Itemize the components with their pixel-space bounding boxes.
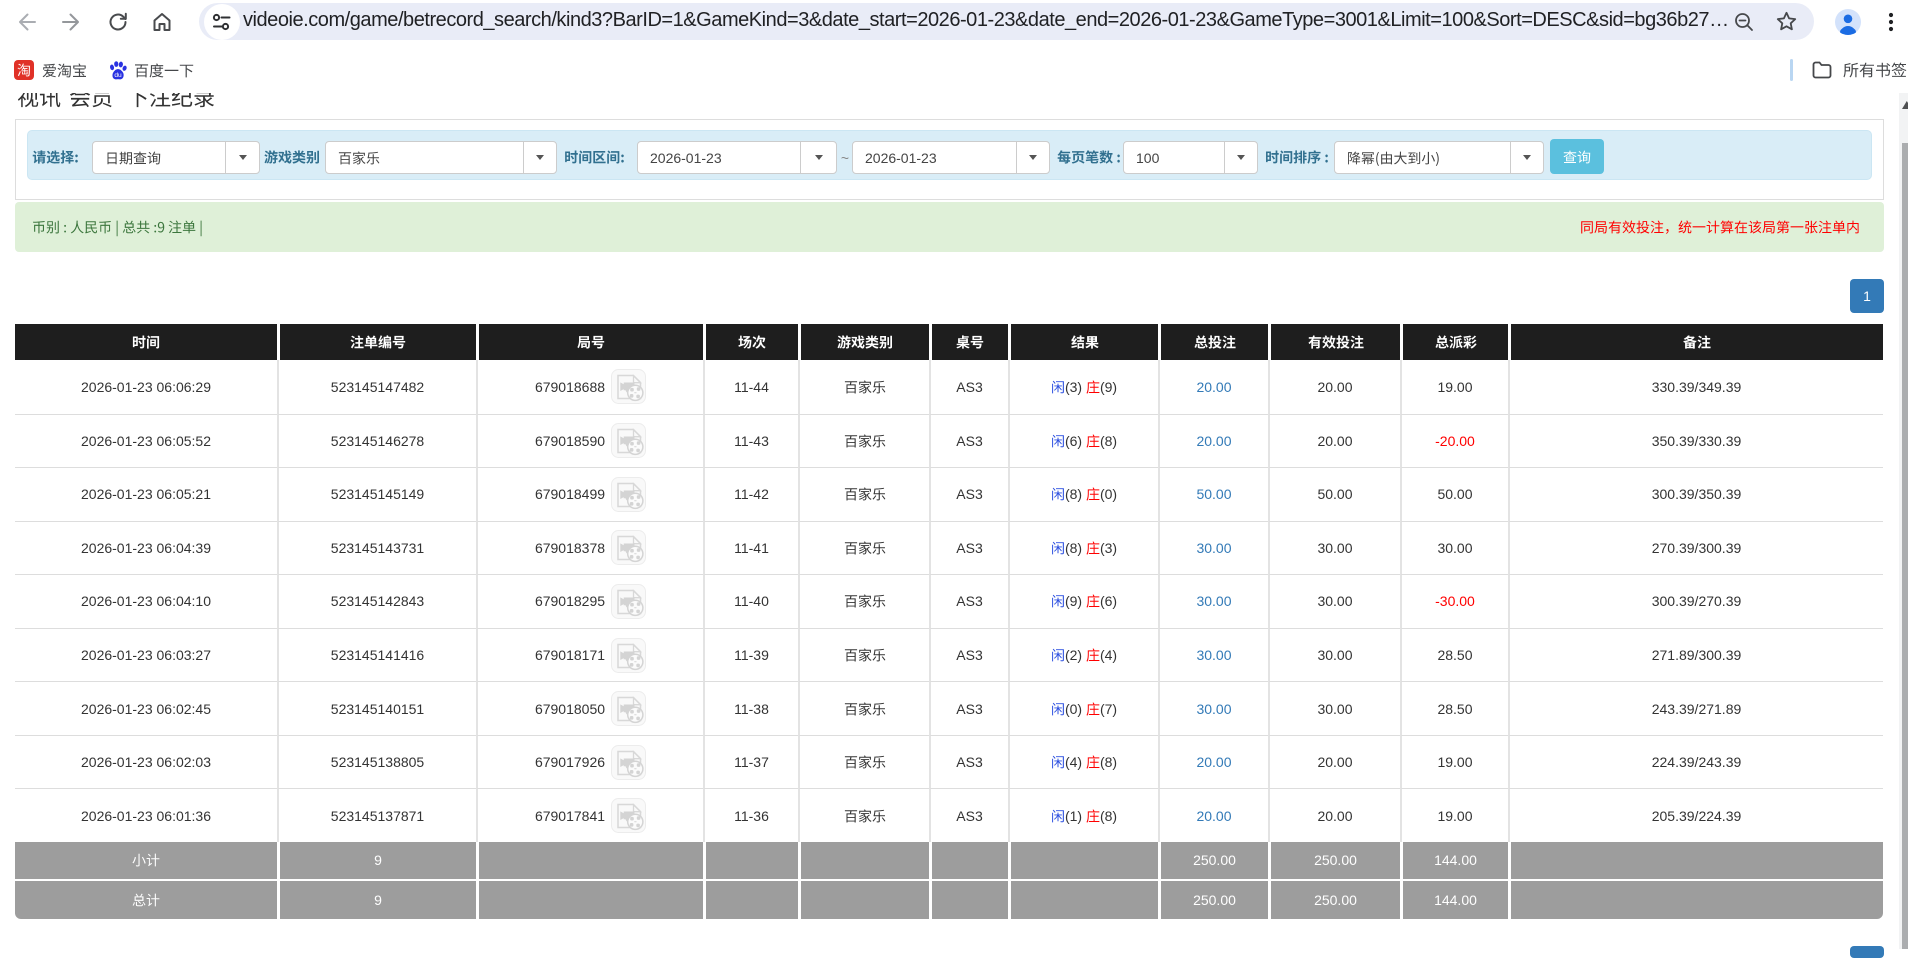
svg-text:du: du xyxy=(114,72,122,79)
